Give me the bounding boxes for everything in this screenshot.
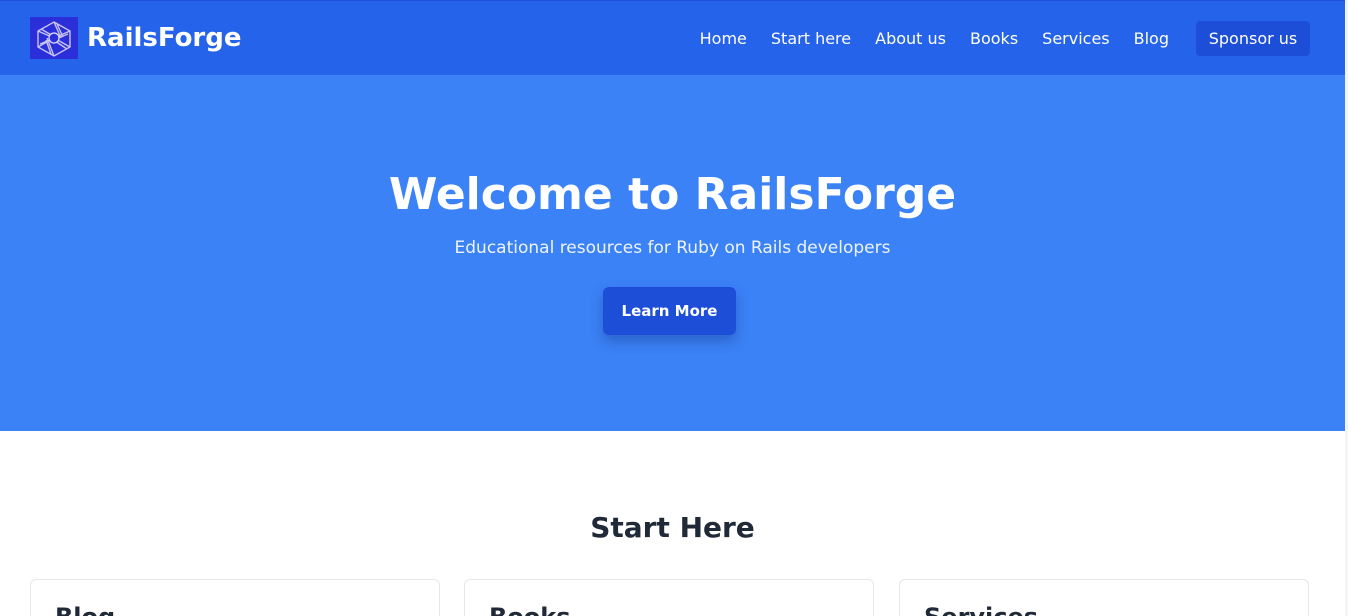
card-title: Services [924,602,1038,616]
hero-title: Welcome to RailsForge [388,169,957,220]
nav-link-about-us[interactable]: About us [875,29,946,48]
card-title: Blog [55,602,115,616]
learn-more-button[interactable]: Learn More [603,287,736,335]
nav-links: Home Start here About us Books Services … [700,20,1310,56]
hero-subtitle: Educational resources for Ruby on Rails … [454,238,891,258]
card-title: Books [489,602,571,616]
nav-link-home[interactable]: Home [700,29,747,48]
brand-name: RailsForge [87,23,242,53]
hero: Welcome to RailsForge Educational resour… [0,75,1345,431]
card-services[interactable]: Services [899,579,1309,616]
nav-link-services[interactable]: Services [1042,29,1109,48]
card-blog[interactable]: Blog [30,579,440,616]
page: RailsForge Home Start here About us Book… [0,0,1348,616]
sponsor-button[interactable]: Sponsor us [1196,20,1310,56]
start-here-title: Start Here [590,511,755,544]
navbar: RailsForge Home Start here About us Book… [0,0,1345,75]
nav-link-blog[interactable]: Blog [1134,29,1169,48]
card-books[interactable]: Books [464,579,874,616]
nav-link-start-here[interactable]: Start here [771,29,851,48]
brand-link[interactable]: RailsForge [30,17,242,59]
railsforge-logo-icon [30,17,78,59]
nav-link-books[interactable]: Books [970,29,1018,48]
